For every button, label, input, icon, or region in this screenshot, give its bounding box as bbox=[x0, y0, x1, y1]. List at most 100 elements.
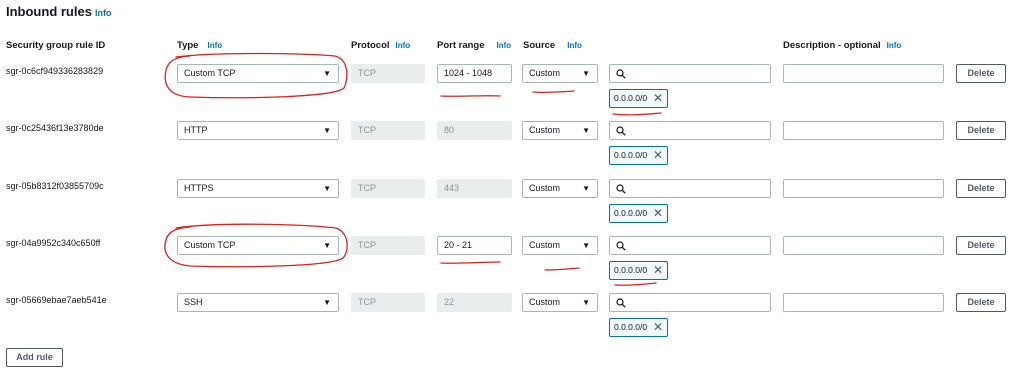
source-select[interactable]: Custom ▼ bbox=[522, 179, 598, 198]
col-header-type: Type Info bbox=[177, 40, 223, 51]
type-select[interactable]: Custom TCP ▼ bbox=[177, 236, 339, 255]
protocol-field: TCP bbox=[351, 64, 425, 83]
cidr-token-label: 0.0.0.0/0 bbox=[614, 93, 648, 103]
type-select[interactable]: SSH ▼ bbox=[177, 293, 339, 312]
search-icon bbox=[616, 241, 626, 251]
type-select-value: SSH bbox=[184, 297, 203, 307]
rule-id: sgr-05669ebae7aeb541e bbox=[6, 295, 107, 305]
port-range-field: 22 bbox=[437, 293, 512, 312]
type-select[interactable]: Custom TCP ▼ bbox=[177, 64, 339, 83]
cidr-token-label: 0.0.0.0/0 bbox=[614, 322, 648, 332]
title-info-link[interactable]: Info bbox=[95, 8, 112, 18]
source-select-value: Custom bbox=[529, 240, 561, 250]
rule-row: sgr-05669ebae7aeb541e SSH ▼ TCP 22 Custom ▼ 0.0… bbox=[0, 290, 1022, 347]
cidr-search-input[interactable] bbox=[609, 236, 771, 255]
cidr-token: 0.0.0.0/0 ✕ bbox=[609, 146, 668, 165]
rule-id: sgr-05b8312f03855709c bbox=[6, 181, 104, 191]
cidr-token: 0.0.0.0/0 ✕ bbox=[609, 204, 668, 223]
source-select[interactable]: Custom ▼ bbox=[522, 121, 598, 140]
description-input[interactable] bbox=[783, 64, 944, 83]
rule-id: sgr-0c25436f13e3780de bbox=[6, 123, 104, 133]
delete-button[interactable]: Delete bbox=[956, 179, 1006, 198]
type-select[interactable]: HTTPS ▼ bbox=[177, 179, 339, 198]
protocol-field: TCP bbox=[351, 293, 425, 312]
close-icon[interactable]: ✕ bbox=[653, 205, 663, 222]
type-select-value: Custom TCP bbox=[184, 68, 236, 78]
port-range-field: 80 bbox=[437, 121, 512, 140]
type-select[interactable]: HTTP ▼ bbox=[177, 121, 339, 140]
delete-button[interactable]: Delete bbox=[956, 64, 1006, 83]
delete-button[interactable]: Delete bbox=[956, 293, 1006, 312]
cidr-token: 0.0.0.0/0 ✕ bbox=[609, 261, 668, 280]
type-select-value: Custom TCP bbox=[184, 240, 236, 250]
description-input[interactable] bbox=[783, 121, 944, 140]
description-input[interactable] bbox=[783, 293, 944, 312]
source-select-value: Custom bbox=[529, 297, 561, 307]
col-header-rule-id: Security group rule ID bbox=[6, 40, 106, 51]
source-select[interactable]: Custom ▼ bbox=[522, 293, 598, 312]
chevron-down-icon: ▼ bbox=[323, 69, 331, 78]
source-select[interactable]: Custom ▼ bbox=[522, 236, 598, 255]
description-input[interactable] bbox=[783, 236, 944, 255]
type-select-value: HTTPS bbox=[184, 183, 214, 193]
rule-row: sgr-05b8312f03855709c HTTPS ▼ TCP 443 Custom ▼… bbox=[0, 176, 1022, 233]
protocol-info-link[interactable]: Info bbox=[396, 41, 411, 50]
protocol-field: TCP bbox=[351, 179, 425, 198]
source-select[interactable]: Custom ▼ bbox=[522, 64, 598, 83]
chevron-down-icon: ▼ bbox=[582, 126, 590, 135]
col-header-protocol: Protocol Info bbox=[351, 40, 411, 51]
rule-id: sgr-04a9952c340c650ff bbox=[6, 238, 101, 248]
close-icon[interactable]: ✕ bbox=[653, 147, 663, 164]
close-icon[interactable]: ✕ bbox=[653, 90, 663, 107]
source-select-value: Custom bbox=[529, 183, 561, 193]
description-info-link[interactable]: Info bbox=[887, 41, 902, 50]
port-range-input[interactable]: 20 - 21 bbox=[437, 236, 512, 255]
chevron-down-icon: ▼ bbox=[323, 241, 331, 250]
add-rule-button[interactable]: Add rule bbox=[6, 348, 63, 367]
search-icon bbox=[616, 298, 626, 308]
rule-row: sgr-0c6cf949336283829 Custom TCP ▼ TCP 1024 … bbox=[0, 61, 1022, 118]
cidr-token: 0.0.0.0/0 ✕ bbox=[609, 89, 668, 108]
cidr-search-input[interactable] bbox=[609, 293, 771, 312]
search-icon bbox=[616, 184, 626, 194]
cidr-search-input[interactable] bbox=[609, 179, 771, 198]
rule-id: sgr-0c6cf949336283829 bbox=[6, 66, 104, 76]
chevron-down-icon: ▼ bbox=[323, 298, 331, 307]
close-icon[interactable]: ✕ bbox=[653, 262, 663, 279]
page-title: Inbound rules Info bbox=[6, 4, 111, 19]
cidr-token-label: 0.0.0.0/0 bbox=[614, 208, 648, 218]
search-icon bbox=[616, 69, 626, 79]
source-info-link[interactable]: Info bbox=[567, 41, 582, 50]
protocol-field: TCP bbox=[351, 121, 425, 140]
search-icon bbox=[616, 126, 626, 136]
cidr-token-label: 0.0.0.0/0 bbox=[614, 265, 648, 275]
col-header-description: Description - optional Info bbox=[783, 40, 902, 51]
source-select-value: Custom bbox=[529, 125, 561, 135]
protocol-field: TCP bbox=[351, 236, 425, 255]
delete-button[interactable]: Delete bbox=[956, 236, 1006, 255]
delete-button[interactable]: Delete bbox=[956, 121, 1006, 140]
chevron-down-icon: ▼ bbox=[582, 241, 590, 250]
cidr-token: 0.0.0.0/0 ✕ bbox=[609, 318, 668, 337]
cidr-token-label: 0.0.0.0/0 bbox=[614, 150, 648, 160]
chevron-down-icon: ▼ bbox=[323, 184, 331, 193]
rule-row: sgr-04a9952c340c650ff Custom TCP ▼ TCP 20 - … bbox=[0, 233, 1022, 290]
chevron-down-icon: ▼ bbox=[582, 184, 590, 193]
type-select-value: HTTP bbox=[184, 125, 208, 135]
port-range-field: 443 bbox=[437, 179, 512, 198]
chevron-down-icon: ▼ bbox=[323, 126, 331, 135]
type-info-link[interactable]: Info bbox=[207, 41, 222, 50]
close-icon[interactable]: ✕ bbox=[653, 319, 663, 336]
col-header-source: Source Info bbox=[523, 40, 582, 51]
source-select-value: Custom bbox=[529, 68, 561, 78]
port-range-info-link[interactable]: Info bbox=[497, 41, 512, 50]
description-input[interactable] bbox=[783, 179, 944, 198]
chevron-down-icon: ▼ bbox=[582, 298, 590, 307]
chevron-down-icon: ▼ bbox=[582, 69, 590, 78]
cidr-search-input[interactable] bbox=[609, 64, 771, 83]
col-header-port-range: Port range Info bbox=[437, 40, 512, 51]
cidr-search-input[interactable] bbox=[609, 121, 771, 140]
page-title-text: Inbound rules bbox=[6, 4, 92, 19]
rule-row: sgr-0c25436f13e3780de HTTP ▼ TCP 80 Custom ▼ 0.… bbox=[0, 118, 1022, 175]
port-range-input[interactable]: 1024 - 1048 bbox=[437, 64, 512, 83]
